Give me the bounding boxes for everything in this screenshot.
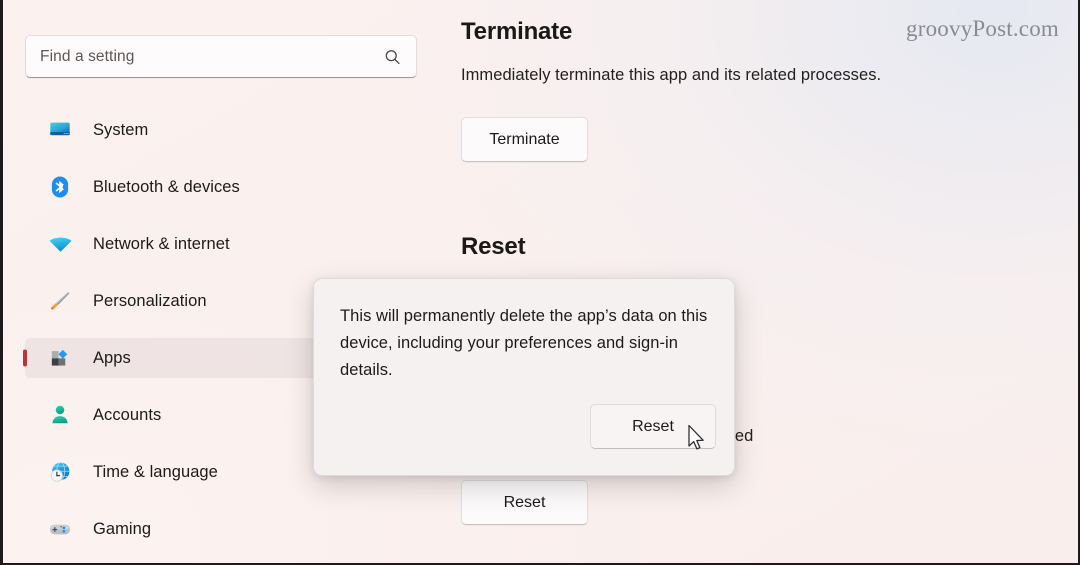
- sidebar-item-label: Bluetooth & devices: [93, 177, 240, 196]
- watermark: groovyPost.com: [906, 16, 1059, 41]
- bluetooth-icon: [47, 174, 73, 200]
- sidebar-item-label: Gaming: [93, 519, 152, 538]
- gamepad-icon: [47, 516, 73, 542]
- person-icon: [47, 402, 73, 428]
- search-input[interactable]: Find a setting: [25, 35, 417, 78]
- terminate-section-description: Immediately terminate this app and its r…: [461, 66, 882, 84]
- apps-tiles-icon: [47, 345, 73, 371]
- terminate-button[interactable]: Terminate: [461, 117, 588, 162]
- sidebar-item-label: System: [93, 120, 149, 139]
- monitor-icon: [47, 117, 73, 143]
- sidebar-item-label: Personalization: [93, 291, 207, 310]
- wifi-icon: [47, 231, 73, 257]
- search-field-wrapper: Find a setting: [25, 35, 417, 78]
- settings-window: Find a setting System Bluetooth & device…: [0, 0, 1080, 565]
- sidebar-item-label: Apps: [93, 348, 131, 367]
- sidebar-item-network-internet[interactable]: Network & internet: [25, 224, 421, 264]
- sidebar-item-system[interactable]: System: [25, 110, 421, 150]
- globe-clock-icon: [47, 459, 73, 485]
- search-placeholder-text: Find a setting: [40, 47, 135, 65]
- reset-button[interactable]: Reset: [461, 480, 588, 525]
- sidebar-item-label: Time & language: [93, 462, 218, 481]
- sidebar-item-gaming[interactable]: Gaming: [25, 509, 421, 549]
- sidebar-item-label: Accounts: [93, 405, 162, 424]
- flyout-reset-confirm-button[interactable]: Reset: [590, 404, 716, 449]
- sidebar-item-label: Network & internet: [93, 234, 230, 253]
- paintbrush-icon: [47, 288, 73, 314]
- reset-confirmation-message: This will permanently delete the app’s d…: [340, 307, 708, 379]
- terminate-section-heading: Terminate: [461, 18, 573, 45]
- reset-section-heading: Reset: [461, 233, 526, 260]
- search-icon[interactable]: [384, 48, 401, 65]
- reset-confirmation-flyout: This will permanently delete the app’s d…: [313, 278, 735, 476]
- sidebar-item-bluetooth-devices[interactable]: Bluetooth & devices: [25, 167, 421, 207]
